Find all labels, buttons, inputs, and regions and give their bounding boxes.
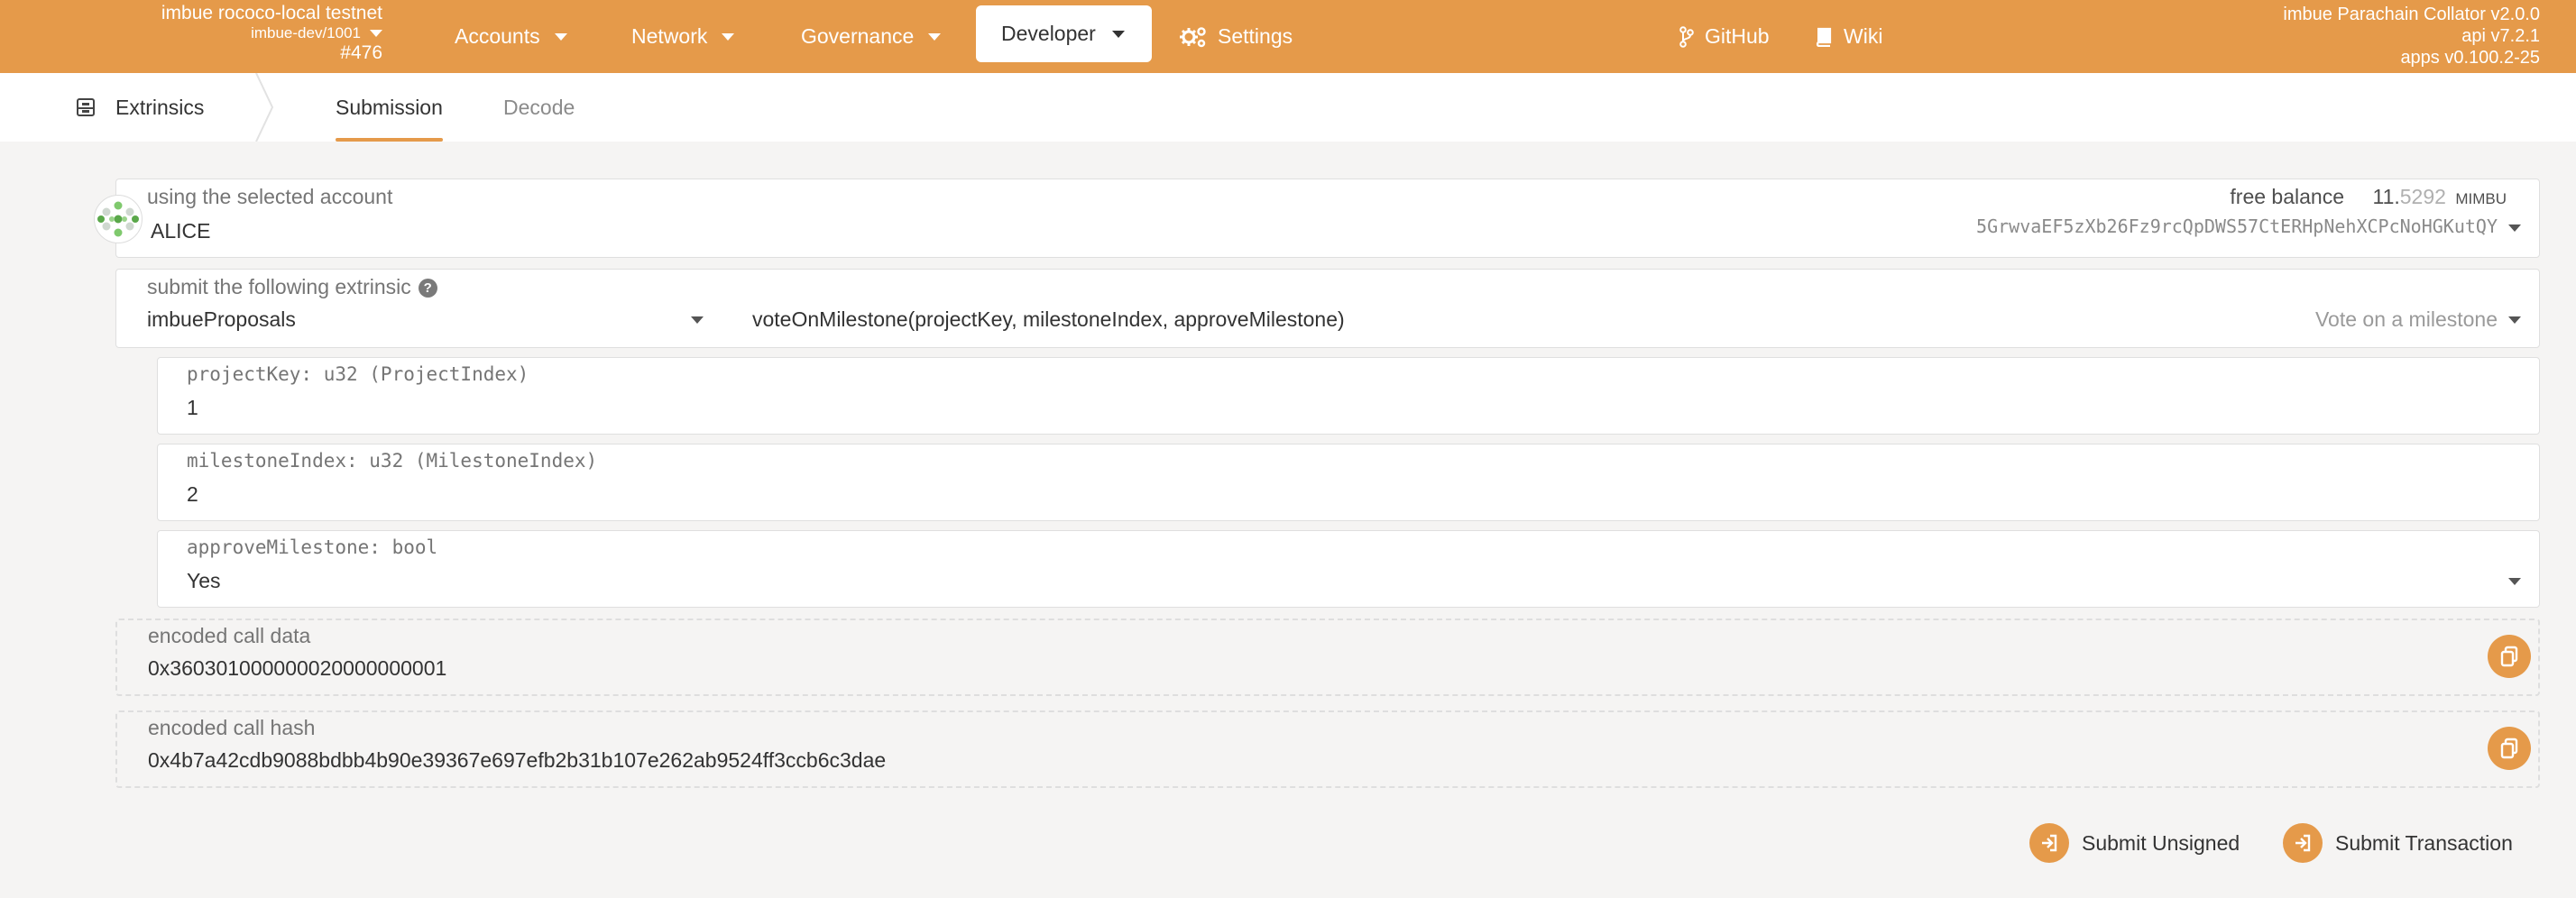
balance-unit: MIMBU: [2455, 190, 2507, 207]
nav-accounts-label: Accounts: [455, 24, 540, 48]
submit-transaction-label: Submit Transaction: [2335, 830, 2513, 855]
nav-settings-label: Settings: [1218, 24, 1293, 48]
submit-unsigned-button[interactable]: Submit Unsigned: [2029, 821, 2240, 865]
book-icon: [1815, 27, 1833, 47]
encoded-call-hash-value: 0x4b7a42cdb9088bdbb4b90e39367e697efb2b31…: [148, 748, 887, 772]
call-select[interactable]: voteOnMilestone(projectKey, milestoneInd…: [752, 307, 1345, 332]
api-version: api v7.2.1: [2461, 26, 2540, 46]
free-balance-value: 11.5292 MIMBU: [2372, 185, 2507, 209]
param-milestone-index-label: milestoneIndex: u32 (MilestoneIndex): [187, 450, 598, 472]
chain-spec: imbue-dev/1001: [251, 24, 361, 41]
nav-settings[interactable]: Settings: [1180, 0, 1293, 73]
param-approve-milestone[interactable]: approveMilestone: bool Yes: [157, 530, 2540, 608]
account-name: ALICE: [151, 219, 211, 243]
call-doc: Vote on a milestone: [2314, 307, 2498, 331]
apps-version: apps v0.100.2-25: [2400, 48, 2540, 68]
submit-transaction-button[interactable]: Submit Transaction: [2283, 821, 2513, 865]
extrinsic-selector: submit the following extrinsic? imbuePro…: [115, 269, 2540, 348]
version-info: imbue Parachain Collator v2.0.0 api v7.2…: [2283, 4, 2540, 69]
nav-accounts[interactable]: Accounts: [455, 0, 567, 73]
chevron-down-icon[interactable]: [691, 316, 704, 324]
encoded-call-hash: encoded call hash 0x4b7a42cdb9088bdbb4b9…: [115, 710, 2540, 788]
identicon: [94, 195, 143, 243]
free-balance-label: free balance: [2230, 185, 2344, 208]
gears-icon: [1180, 26, 1207, 48]
copy-icon: [2500, 646, 2518, 667]
extrinsics-icon: [76, 97, 115, 117]
tab-submission[interactable]: Submission: [314, 73, 465, 142]
account-selector[interactable]: using the selected account ALICE free ba…: [115, 179, 2540, 258]
account-label: using the selected account: [147, 185, 393, 208]
encoded-call-hash-label: encoded call hash: [148, 716, 316, 739]
sub-navbar: Extrinsics Submission Decode: [0, 73, 2576, 142]
encoded-call-data: encoded call data 0x36030100000002000000…: [115, 619, 2540, 696]
chevron-down-icon: [2508, 224, 2521, 232]
param-milestone-index[interactable]: milestoneIndex: u32 (MilestoneIndex) 2: [157, 444, 2540, 521]
sign-in-icon: [2283, 823, 2323, 863]
param-project-key[interactable]: projectKey: u32 (ProjectIndex) 1: [157, 357, 2540, 435]
nav-developer-label: Developer: [1001, 22, 1096, 45]
nav-governance-label: Governance: [801, 24, 915, 48]
chevron-down-icon[interactable]: [2508, 578, 2521, 585]
tab-decode-label: Decode: [503, 95, 575, 119]
encoded-call-data-label: encoded call data: [148, 624, 311, 647]
nav-wiki-label: Wiki: [1844, 24, 1883, 48]
param-approve-milestone-select[interactable]: Yes: [187, 569, 221, 593]
extrinsic-label: submit the following extrinsic?: [147, 275, 437, 299]
chain-selector[interactable]: imbue rococo-local testnet imbue-dev/100…: [144, 4, 382, 63]
param-approve-milestone-label: approveMilestone: bool: [187, 536, 438, 558]
param-project-key-label: projectKey: u32 (ProjectIndex): [187, 363, 529, 385]
block-number: #476: [340, 42, 382, 63]
nav-network-label: Network: [631, 24, 708, 48]
tab-submission-label: Submission: [336, 95, 443, 119]
nav-wiki[interactable]: Wiki: [1815, 0, 1882, 73]
copy-call-data-button[interactable]: [2488, 635, 2531, 678]
nav-developer[interactable]: Developer: [976, 5, 1152, 62]
param-milestone-index-input[interactable]: 2: [187, 482, 198, 507]
encoded-call-data-value: 0x360301000000020000000001: [148, 656, 447, 680]
chain-name: imbue rococo-local testnet: [161, 3, 382, 23]
chevron-down-icon: [722, 32, 735, 41]
nav-network[interactable]: Network: [631, 0, 735, 73]
copy-call-hash-button[interactable]: [2488, 727, 2531, 770]
breadcrumb-separator: [255, 73, 274, 142]
top-navbar: imbue rococo-local testnet imbue-dev/100…: [0, 0, 2576, 73]
chevron-down-icon: [928, 32, 942, 41]
balance-integer: 11.: [2372, 185, 2400, 208]
chevron-down-icon: [554, 32, 567, 41]
chevron-down-icon: [370, 30, 382, 37]
tab-decode[interactable]: Decode: [482, 73, 596, 142]
nav-github-label: GitHub: [1705, 24, 1770, 48]
extrinsic-label-text: submit the following extrinsic: [147, 275, 411, 298]
submit-unsigned-label: Submit Unsigned: [2082, 830, 2240, 855]
nav-governance[interactable]: Governance: [801, 0, 942, 73]
extrinsics-home-label: Extrinsics: [115, 95, 205, 119]
node-version: imbue Parachain Collator v2.0.0: [2283, 5, 2540, 24]
copy-icon: [2500, 738, 2518, 759]
extrinsics-home[interactable]: Extrinsics: [76, 73, 204, 142]
chevron-down-icon: [1111, 30, 1125, 38]
help-icon[interactable]: ?: [418, 279, 437, 298]
nav-github[interactable]: GitHub: [1679, 0, 1770, 73]
pallet-select[interactable]: imbueProposals: [147, 307, 296, 332]
chain-spec-row: imbue-dev/1001: [144, 23, 382, 43]
param-project-key-input[interactable]: 1: [187, 396, 198, 420]
git-branch-icon: [1679, 25, 1694, 48]
sign-in-icon: [2029, 823, 2069, 863]
chevron-down-icon[interactable]: [2508, 316, 2521, 324]
account-address: 5GrwvaEF5zXb26Fz9rcQpDWS57CtERHpNehXCPcN…: [1976, 215, 2498, 237]
balance-fraction: 5292: [2399, 185, 2446, 208]
